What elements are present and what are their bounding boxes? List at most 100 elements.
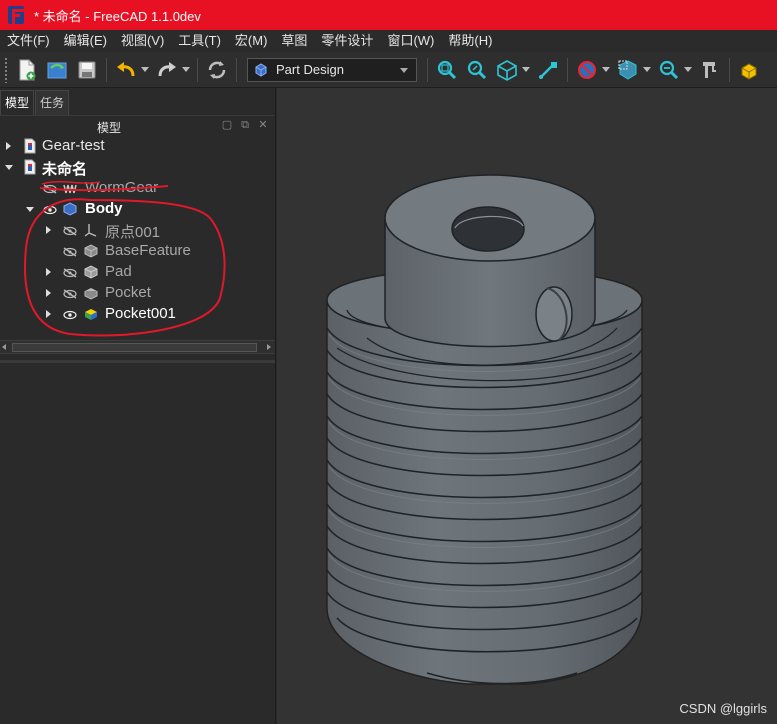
tree-horizontal-scrollbar[interactable]	[0, 340, 275, 354]
eye-hidden-icon[interactable]	[63, 247, 77, 257]
combo-view-tabs: 模型 任务	[0, 88, 275, 116]
zoom-button[interactable]	[656, 57, 682, 83]
standard-views-button[interactable]	[494, 57, 520, 83]
menu-part-design[interactable]: 零件设计	[314, 30, 380, 52]
watermark-text: CSDN @lggirls	[679, 701, 767, 716]
redo-arrow-icon	[158, 61, 176, 76]
panel-title: 模型	[97, 121, 122, 135]
undo-dropdown-chevron-down-icon[interactable]	[141, 67, 149, 72]
toolbar-separator	[106, 57, 107, 82]
menu-macro[interactable]: 宏(M)	[228, 30, 275, 52]
main-toolbar: Part Design	[0, 52, 777, 88]
draw-style-icon	[578, 60, 596, 79]
open-document-button[interactable]	[44, 57, 70, 83]
tree-item-gear-test[interactable]: Gear-test	[0, 136, 275, 157]
chevron-right-icon[interactable]	[46, 268, 51, 276]
undo-button[interactable]	[113, 57, 139, 83]
worm-gear-model	[326, 174, 643, 685]
tree-item-label: Pocket	[105, 284, 151, 301]
eye-hidden-icon[interactable]	[63, 289, 77, 299]
tree-item-basefeature[interactable]: BaseFeature	[0, 241, 275, 262]
tree-item-origin001[interactable]: 原点001	[0, 220, 275, 241]
body-icon	[63, 202, 77, 216]
tree-item-pocket[interactable]: Pocket	[0, 283, 275, 304]
draw-style-dropdown-chevron-down-icon[interactable]	[602, 67, 610, 72]
part-create-button[interactable]	[736, 57, 762, 83]
restore-panel-icon[interactable]: ▢	[221, 119, 233, 131]
pad-icon	[84, 265, 98, 279]
tab-tasks[interactable]: 任务	[35, 90, 70, 115]
scroll-right-icon[interactable]	[267, 344, 271, 350]
pocket-tip-icon	[85, 309, 97, 320]
toolbar-grip[interactable]	[4, 56, 8, 83]
combo-view-panel: 模型 任务 模型 ▢ ⧉ ✕ Gear-test 未命名 WormGear Bo…	[0, 88, 276, 724]
menu-window[interactable]: 窗口(W)	[380, 30, 441, 52]
views-dropdown-chevron-down-icon[interactable]	[522, 67, 530, 72]
eye-hidden-icon[interactable]	[43, 184, 57, 194]
menu-bar: 文件(F) 编辑(E) 视图(V) 工具(T) 宏(M) 草图 零件设计 窗口(…	[0, 30, 777, 52]
zoom-fit-all-icon	[437, 60, 457, 79]
measure-button[interactable]	[535, 57, 561, 83]
tree-item-unnamed-document[interactable]: 未命名	[0, 157, 275, 178]
tree-item-pad[interactable]: Pad	[0, 262, 275, 283]
menu-edit[interactable]: 编辑(E)	[57, 30, 114, 52]
toolbar-separator	[729, 57, 730, 82]
close-panel-icon[interactable]: ✕	[257, 119, 269, 131]
menu-sketch[interactable]: 草图	[274, 30, 314, 52]
caliper-icon	[703, 61, 716, 78]
tree-item-label: Gear-test	[42, 137, 105, 154]
measurement-tool-button[interactable]	[697, 57, 723, 83]
redo-button[interactable]	[154, 57, 180, 83]
model-tree: Gear-test 未命名 WormGear Body 原点001 BaseFe…	[0, 136, 275, 336]
scroll-left-icon[interactable]	[2, 344, 6, 350]
zoom-dropdown-chevron-down-icon[interactable]	[684, 67, 692, 72]
chevron-right-icon[interactable]	[46, 310, 51, 318]
chevron-right-icon[interactable]	[6, 142, 11, 150]
panel-splitter[interactable]	[0, 360, 275, 363]
fit-selection-button[interactable]	[464, 57, 490, 83]
open-folder-icon	[47, 62, 67, 78]
chevron-down-icon[interactable]	[5, 165, 13, 170]
toolbar-separator	[567, 57, 568, 82]
tree-item-pocket001[interactable]: Pocket001	[0, 304, 275, 325]
chevron-right-icon[interactable]	[46, 226, 51, 234]
isometric-cube-icon	[497, 59, 517, 81]
workbench-label: Part Design	[276, 62, 344, 77]
3d-viewport[interactable]: CSDN @lggirls	[277, 88, 777, 724]
menu-file[interactable]: 文件(F)	[0, 30, 57, 52]
save-button[interactable]	[74, 57, 100, 83]
tree-item-label: 未命名	[42, 161, 88, 178]
zoom-magnifier-icon	[659, 60, 679, 79]
document-icon	[24, 159, 36, 175]
tree-item-label: 原点001	[105, 224, 161, 241]
tab-model[interactable]: 模型	[0, 90, 35, 115]
menu-help[interactable]: 帮助(H)	[441, 30, 499, 52]
refresh-button[interactable]	[204, 57, 230, 83]
measure-distance-icon	[539, 61, 557, 79]
fit-all-button[interactable]	[434, 57, 460, 83]
tree-item-body[interactable]: Body	[0, 199, 275, 220]
toolbar-separator	[427, 57, 428, 82]
scrollbar-thumb[interactable]	[12, 343, 257, 352]
bounding-box-button[interactable]	[615, 57, 641, 83]
menu-tools[interactable]: 工具(T)	[171, 30, 228, 52]
chevron-down-icon[interactable]	[26, 207, 34, 212]
tree-item-label: WormGear	[85, 179, 159, 196]
tree-item-label: BaseFeature	[105, 242, 191, 259]
title-bar: * 未命名 - FreeCAD 1.1.0dev	[0, 0, 777, 30]
workbench-selector[interactable]: Part Design	[247, 57, 417, 82]
float-panel-icon[interactable]: ⧉	[239, 119, 251, 131]
tree-item-label: Pad	[105, 263, 132, 280]
box-dropdown-chevron-down-icon[interactable]	[643, 67, 651, 72]
eye-visible-icon[interactable]	[43, 205, 57, 215]
tree-item-wormgear[interactable]: WormGear	[0, 178, 275, 199]
eye-hidden-icon[interactable]	[63, 226, 77, 236]
eye-hidden-icon[interactable]	[63, 268, 77, 278]
part-design-icon	[255, 62, 267, 77]
draw-style-button[interactable]	[574, 57, 600, 83]
eye-visible-icon[interactable]	[63, 310, 77, 320]
menu-view[interactable]: 视图(V)	[114, 30, 171, 52]
chevron-right-icon[interactable]	[46, 289, 51, 297]
new-document-button[interactable]	[14, 57, 40, 83]
redo-dropdown-chevron-down-icon[interactable]	[182, 67, 190, 72]
